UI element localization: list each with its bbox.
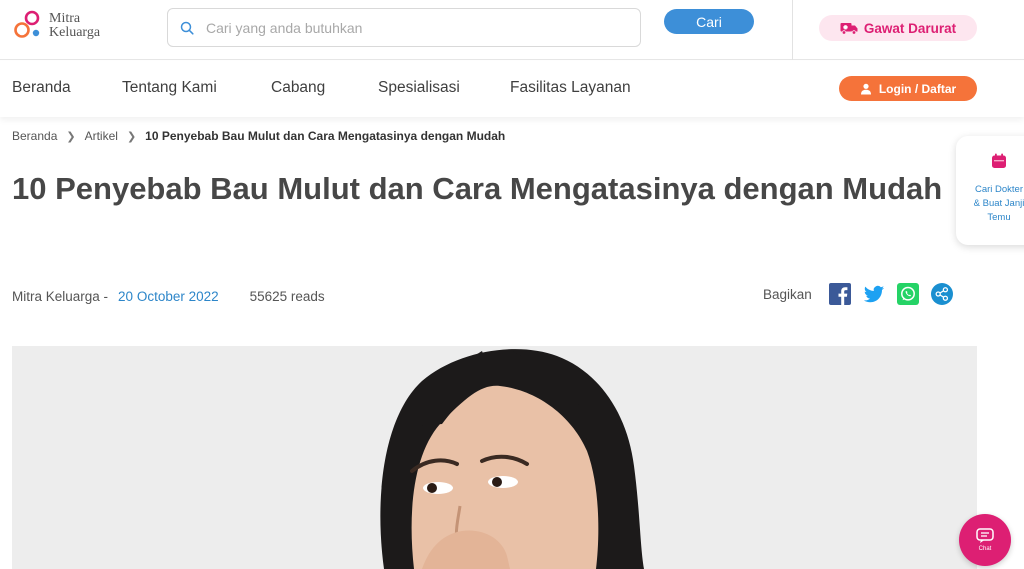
mitra-keluarga-logo-icon (14, 10, 40, 38)
emergency-button[interactable]: Gawat Darurat (819, 15, 977, 41)
whatsapp-icon[interactable] (896, 283, 919, 305)
find-doctor-line3: Temu (987, 212, 1011, 223)
logo[interactable]: Mitra Keluarga (12, 9, 100, 43)
breadcrumb-articles[interactable]: Artikel (85, 129, 118, 143)
header-divider (792, 0, 793, 60)
share-icon[interactable] (930, 283, 953, 305)
chevron-right-icon: ❯ (66, 130, 76, 143)
facebook-icon[interactable] (828, 283, 851, 305)
logo-text: Mitra Keluarga (49, 12, 100, 40)
logo-text-line1: Mitra (49, 11, 81, 26)
ambulance-icon (840, 23, 858, 35)
emergency-label: Gawat Darurat (863, 20, 957, 36)
chevron-right-icon: ❯ (126, 130, 137, 143)
article-hero-image (12, 346, 977, 569)
chat-button[interactable]: Chat (959, 514, 1011, 566)
woman-covering-nose-illustration (12, 346, 977, 569)
main-nav: Beranda Tentang Kami Cabang Spesialisasi… (0, 61, 1024, 117)
find-doctor-line1: Cari Dokter (974, 184, 1024, 195)
breadcrumb-current: 10 Penyebab Bau Mulut dan Cara Mengatasi… (145, 129, 506, 143)
nav-item-spesialisasi[interactable]: Spesialisasi (378, 79, 460, 97)
breadcrumb-home[interactable]: Beranda (12, 129, 57, 143)
logo-text-line2: Keluarga (49, 25, 101, 40)
find-doctor-line2: & Buat Janji (973, 198, 1024, 209)
nav-item-fasilitas-layanan[interactable]: Fasilitas Layanan (510, 79, 631, 97)
nav-item-cabang[interactable]: Cabang (271, 79, 325, 97)
find-doctor-widget[interactable]: Cari Dokter & Buat Janji Temu (956, 136, 1024, 245)
login-button[interactable]: Login / Daftar (839, 76, 977, 101)
nav-item-beranda[interactable]: Beranda (12, 79, 71, 97)
article-reads: 55625 reads (249, 289, 325, 304)
article-date: 20 October 2022 (118, 289, 219, 304)
user-icon (860, 83, 871, 94)
article-meta: Mitra Keluarga - 20 October 2022 55625 r… (12, 289, 325, 304)
nav-item-tentang-kami[interactable]: Tentang Kami (122, 79, 217, 97)
chat-icon (976, 528, 994, 543)
article-title: 10 Penyebab Bau Mulut dan Cara Mengatasi… (12, 171, 943, 206)
top-header: Mitra Keluarga Cari Gawat Darurat (0, 0, 1024, 60)
article-author: Mitra Keluarga - (12, 289, 109, 304)
breadcrumb: Beranda ❯ Artikel ❯ 10 Penyebab Bau Mulu… (12, 129, 505, 143)
search-icon (180, 21, 194, 35)
chat-label: Chat (978, 546, 992, 552)
share-label: Bagikan (763, 286, 812, 302)
calendar-icon (992, 153, 1006, 168)
login-label: Login / Daftar (878, 81, 957, 96)
find-doctor-text: Cari Dokter & Buat Janji Temu (968, 183, 1024, 225)
search-input[interactable] (206, 19, 606, 36)
search-box[interactable] (167, 8, 641, 47)
share-bar: Bagikan (763, 283, 965, 305)
twitter-icon[interactable] (863, 283, 885, 305)
search-button[interactable]: Cari (664, 9, 754, 34)
